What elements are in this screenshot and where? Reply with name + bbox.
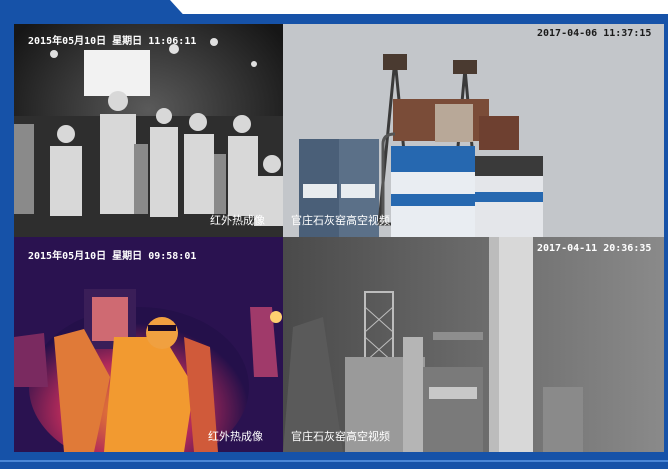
- header-tab: [0, 0, 190, 22]
- camera-caption: 官庄石灰窑高空视频: [291, 430, 390, 443]
- timestamp-overlay: 2015年05月10日 星期日 09:58:01: [28, 251, 197, 262]
- timestamp-overlay: 2015年05月10日 星期日 11:06:11: [28, 36, 197, 47]
- footer-stripe: [0, 460, 668, 462]
- timestamp-overlay: 2017-04-11 20:36:35: [537, 243, 652, 254]
- timestamp-overlay: 2017-04-06 11:37:15: [537, 28, 652, 39]
- video-tile-lime-kiln-day[interactable]: 2017-04-06 11:37:15 官庄石灰窑高空视频: [283, 24, 664, 237]
- video-tile-thermal-bw[interactable]: 2015年05月10日 星期日 11:06:11 红外热成像: [14, 24, 283, 237]
- video-tile-lime-kiln-night[interactable]: 2017-04-11 20:36:35 官庄石灰窑高空视频: [283, 237, 664, 452]
- camera-caption: 官庄石灰窑高空视频: [291, 214, 390, 227]
- thermal-color-image: [14, 237, 283, 452]
- lime-kiln-night-image: [283, 237, 664, 452]
- thermal-bw-image: [14, 24, 283, 237]
- header-bar: [0, 0, 668, 22]
- lime-kiln-day-image: [283, 24, 664, 237]
- camera-caption: 红外热成像: [208, 430, 263, 443]
- camera-caption: 红外热成像: [210, 214, 265, 227]
- footer-bar: [0, 456, 668, 469]
- video-tile-thermal-color[interactable]: 2015年05月10日 星期日 09:58:01 红外热成像: [14, 237, 283, 452]
